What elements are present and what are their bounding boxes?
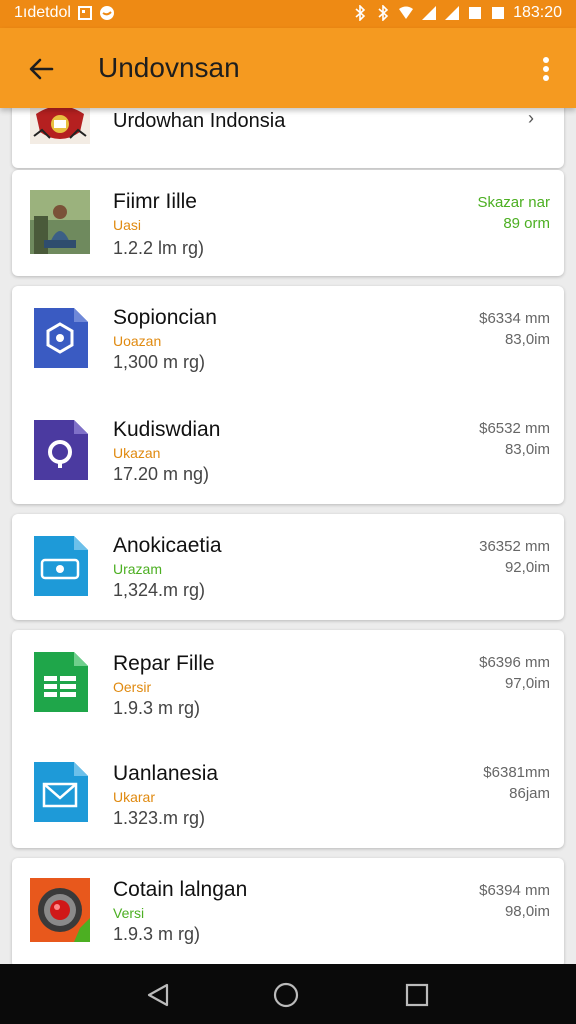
notification-chat-icon (99, 6, 114, 20)
file-meta: $6334 mm 83,0im (479, 308, 550, 350)
file-meta-line2: 92,0im (504, 559, 550, 576)
file-list: Urdowhan Indonsia › Fiimr Iille Uasi 1.2… (0, 108, 576, 964)
file-meta-line2: 89 orm (503, 215, 550, 232)
file-subtitle: Urazam (113, 561, 163, 577)
battery-icon (469, 7, 482, 19)
list-item[interactable]: Cotain lalngan Versi 1.9.3 m rg) $6394 m… (12, 858, 564, 964)
purple-document-icon (34, 420, 88, 480)
file-size: 1.9.3 m rg) (113, 924, 201, 944)
file-meta-line2: 83,0im (504, 331, 550, 348)
file-meta-line1: $6394 mm (479, 882, 550, 899)
app-bar: Undovnsan (0, 28, 576, 108)
file-meta-line1: $6532 mm (479, 420, 550, 437)
list-item[interactable]: Repar Fille Oersir 1.9.3 m rg) $6396 mm … (12, 630, 564, 740)
wifi-icon (399, 6, 414, 19)
blue-document-icon (34, 308, 88, 368)
file-subtitle: Uasi (113, 217, 142, 233)
navigation-bar (0, 964, 576, 1024)
file-size: 17.20 m ng) (113, 464, 210, 484)
list-item[interactable]: Kudiswdian Ukazan 17.20 m ng) $6532 mm 8… (12, 396, 564, 506)
file-size: 1.323.m rg) (113, 808, 206, 828)
mail-document-icon (34, 762, 88, 822)
file-meta-line1: $6334 mm (479, 310, 550, 327)
file-subtitle: Ukarar (113, 789, 156, 805)
file-subtitle: Uoazan (113, 333, 162, 349)
file-meta: $6396 mm 97,0im (479, 652, 550, 694)
file-meta-line2: 83,0im (504, 441, 550, 458)
file-name: Fiimr Iille (113, 190, 197, 213)
file-name: Anokicaetia (113, 534, 222, 557)
file-name: Uanlanesia (113, 762, 219, 785)
file-meta-line1: 36352 mm (479, 538, 550, 555)
nav-recents-button[interactable] (400, 978, 434, 1012)
square-recents-icon (405, 983, 429, 1007)
battery-icon-2 (492, 7, 505, 19)
file-meta-line2: 86jam (509, 785, 550, 802)
file-meta: Skazar nar 89 orm (477, 192, 550, 234)
file-meta: 36352 mm 92,0im (479, 536, 550, 578)
file-size: 1,300 m rg) (113, 352, 206, 372)
list-item[interactable]: Sopioncian Uoazan 1,300 m rg) $6334 mm 8… (12, 286, 564, 396)
photo-thumbnail (30, 190, 90, 254)
signal-icon-2 (445, 6, 460, 20)
emblem-thumbnail (30, 108, 90, 144)
list-item[interactable]: Fiimr Iille Uasi 1.2.2 lm rg) Skazar nar… (12, 170, 564, 280)
notification-square-icon (77, 6, 92, 20)
file-meta-line1: $6381mm (483, 764, 550, 781)
file-meta-line1: $6396 mm (479, 654, 550, 671)
back-button[interactable] (22, 50, 60, 88)
bluetooth-icon (355, 5, 366, 21)
file-subtitle: Versi (113, 905, 145, 921)
file-size: 1.2.2 lm rg) (113, 238, 205, 258)
lightblue-document-icon (34, 536, 88, 596)
file-name: Sopioncian (113, 306, 217, 329)
file-card: Fiimr Iille Uasi 1.2.2 lm rg) Skazar nar… (12, 170, 564, 276)
nav-home-button[interactable] (269, 978, 303, 1012)
status-carrier-text: 1ıdetdol (14, 4, 71, 21)
chevron-right-icon: › (528, 108, 534, 128)
file-card: Sopioncian Uoazan 1,300 m rg) $6334 mm 8… (12, 286, 564, 504)
more-options-button[interactable] (534, 50, 558, 88)
header-card[interactable]: Urdowhan Indonsia › (12, 108, 564, 168)
list-item[interactable]: Anokicaetia Urazam 1,324.m rg) 36352 mm … (12, 514, 564, 624)
bluetooth-icon-2 (378, 5, 389, 21)
file-size: 1.9.3 m rg) (113, 698, 201, 718)
signal-icon (422, 6, 437, 20)
file-card: Cotain lalngan Versi 1.9.3 m rg) $6394 m… (12, 858, 564, 964)
arrow-left-icon (29, 58, 54, 80)
app-thumbnail (30, 878, 90, 942)
file-subtitle: Ukazan (113, 445, 161, 461)
file-meta-line1: Skazar nar (477, 194, 550, 211)
file-meta-line2: 97,0im (504, 675, 550, 692)
file-subtitle: Oersir (113, 679, 152, 695)
file-meta: $6394 mm 98,0im (479, 880, 550, 922)
file-meta: $6381mm 86jam (483, 762, 550, 804)
page-title: Undovnsan (98, 52, 240, 83)
file-meta: $6532 mm 83,0im (479, 418, 550, 460)
more-vert-icon (543, 57, 549, 81)
spreadsheet-icon (34, 652, 88, 712)
file-card: Anokicaetia Urazam 1,324.m rg) 36352 mm … (12, 514, 564, 620)
status-time: 183:20 (513, 4, 562, 21)
file-size: 1,324.m rg) (113, 580, 206, 600)
status-bar: 1ıdetdol 183:20 (0, 0, 576, 28)
file-name: Cotain lalngan (113, 878, 248, 901)
nav-back-button[interactable] (141, 978, 175, 1012)
file-card: Repar Fille Oersir 1.9.3 m rg) $6396 mm … (12, 630, 564, 848)
file-name: Repar Fille (113, 652, 215, 675)
circle-home-icon (273, 982, 299, 1008)
file-meta-line2: 98,0im (504, 903, 550, 920)
triangle-back-icon (147, 983, 169, 1007)
list-item[interactable]: Uanlanesia Ukarar 1.323.m rg) $6381mm 86… (12, 740, 564, 850)
header-card-label: Urdowhan Indonsia (113, 110, 286, 132)
file-name: Kudiswdian (113, 418, 221, 441)
